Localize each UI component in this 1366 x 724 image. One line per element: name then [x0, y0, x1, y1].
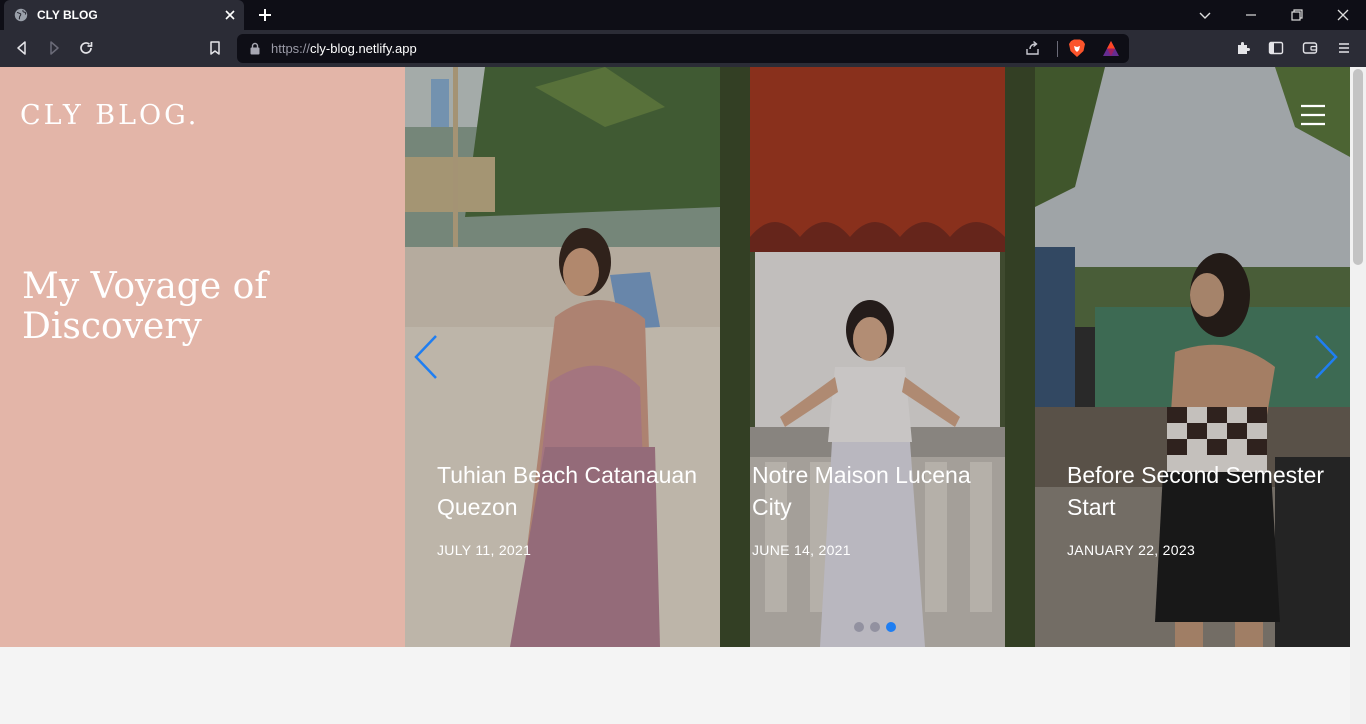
tab-strip: CLY BLOG	[0, 0, 1366, 30]
page-viewport: CLY BLOG. My Voyage of Discovery Tuhian …	[0, 67, 1350, 724]
minimize-icon[interactable]	[1243, 7, 1259, 23]
carousel-next-icon[interactable]	[1312, 334, 1340, 380]
carousel-prev-icon[interactable]	[412, 334, 440, 380]
post-date: JANUARY 22, 2023	[1067, 542, 1196, 558]
plus-icon[interactable]	[257, 7, 273, 23]
site-logo[interactable]: CLY BLOG.	[20, 100, 199, 131]
url-host: cly-blog.netlify.app	[310, 41, 417, 56]
menu-icon[interactable]	[1336, 40, 1352, 56]
chevron-down-icon[interactable]	[1197, 7, 1213, 23]
page-scrollbar[interactable]	[1350, 67, 1366, 724]
extensions-icon[interactable]	[1236, 40, 1252, 56]
browser-toolbar: https://cly-blog.netlify.app	[0, 30, 1366, 67]
slide-overlay	[720, 67, 1035, 647]
wallet-icon[interactable]	[1302, 40, 1318, 56]
carousel-dot[interactable]	[854, 622, 864, 632]
hero-headline: My Voyage of Discovery	[22, 266, 268, 347]
back-icon[interactable]	[14, 40, 30, 56]
close-window-icon[interactable]	[1335, 7, 1351, 23]
sidebar-icon[interactable]	[1268, 40, 1284, 56]
slide-overlay	[405, 67, 720, 647]
brave-shield-icon[interactable]	[1068, 39, 1086, 58]
post-title[interactable]: Before Second Semester Start	[1067, 459, 1327, 523]
slide-overlay	[1035, 67, 1350, 647]
bookmark-icon[interactable]	[207, 40, 223, 56]
post-title[interactable]: Tuhian Beach Catanauan Quezon	[437, 459, 697, 523]
carousel-dot[interactable]	[870, 622, 880, 632]
hero-panel: CLY BLOG. My Voyage of Discovery	[0, 67, 405, 647]
url-text[interactable]: https://cly-blog.netlify.app	[271, 41, 417, 56]
scrollbar-thumb[interactable]	[1353, 69, 1363, 265]
lock-icon[interactable]	[249, 42, 261, 55]
reload-icon[interactable]	[78, 40, 94, 56]
carousel-dot-active[interactable]	[886, 622, 896, 632]
post-date: JUNE 14, 2021	[752, 542, 851, 558]
post-title[interactable]: Notre Maison Lucena City	[752, 459, 1012, 523]
browser-tab[interactable]: CLY BLOG	[4, 0, 244, 30]
globe-icon	[14, 8, 28, 22]
restore-icon[interactable]	[1289, 7, 1305, 23]
forward-icon[interactable]	[46, 40, 62, 56]
post-carousel[interactable]: Tuhian Beach Catanauan Quezon JULY 11, 2…	[405, 67, 1350, 647]
carousel-slide[interactable]: Before Second Semester Start JANUARY 22,…	[1035, 67, 1350, 647]
post-date: JULY 11, 2021	[437, 542, 532, 558]
url-scheme: https://	[271, 41, 311, 56]
carousel-slide[interactable]: Tuhian Beach Catanauan Quezon JULY 11, 2…	[405, 67, 720, 647]
hamburger-menu-icon[interactable]	[1300, 104, 1326, 126]
share-icon[interactable]	[1024, 40, 1041, 57]
carousel-slide[interactable]: Notre Maison Lucena City JUNE 14, 2021	[720, 67, 1035, 647]
address-bar[interactable]: https://cly-blog.netlify.app	[237, 34, 1129, 63]
divider	[1057, 41, 1058, 57]
bat-icon[interactable]	[1102, 40, 1120, 57]
tab-title: CLY BLOG	[37, 8, 98, 22]
carousel-indicators	[854, 622, 896, 632]
close-icon[interactable]	[223, 8, 237, 22]
